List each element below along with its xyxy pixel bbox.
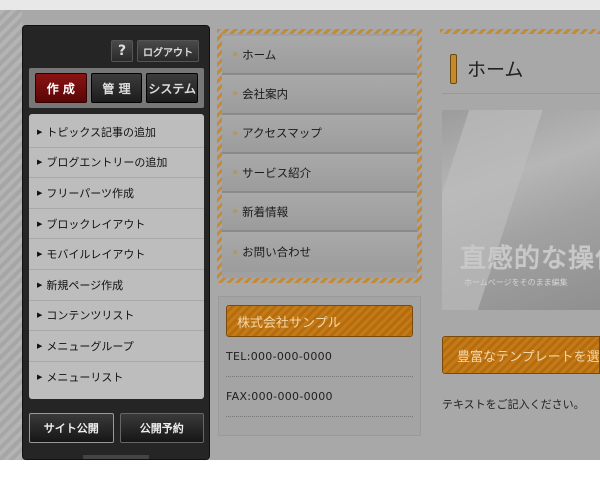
company-tel: TEL:000-000-0000 bbox=[226, 337, 413, 377]
body-text: テキストをご記入ください。 bbox=[442, 398, 585, 411]
heading-marker-icon bbox=[450, 53, 457, 84]
nav-item-label: サービス紹介 bbox=[242, 165, 312, 180]
nav-item-access-map[interactable]: » アクセスマップ bbox=[222, 114, 417, 154]
double-chevron-icon: » bbox=[232, 246, 239, 258]
menu-item-menu-list[interactable]: ▶ メニューリスト bbox=[29, 362, 204, 393]
nav-item-label: お問い合わせ bbox=[242, 245, 312, 260]
nav-item-label: 新着情報 bbox=[242, 204, 289, 219]
menu-item-content-list[interactable]: ▶ コンテンツリスト bbox=[29, 301, 204, 332]
tab-system[interactable]: システム bbox=[146, 73, 199, 103]
menu-item-menu-group[interactable]: ▶ メニューグループ bbox=[29, 331, 204, 362]
panel-toolbar: ? ログアウト bbox=[111, 40, 199, 62]
menu-item-label: 新規ページ作成 bbox=[46, 278, 124, 292]
caret-right-icon: ▶ bbox=[37, 188, 43, 197]
menu-item-label: メニューグループ bbox=[46, 339, 134, 353]
create-menu: ▶ トピックス記事の追加 ▶ ブログエントリーの追加 ▶ フリーパーツ作成 ▶ ブロック… bbox=[29, 114, 204, 399]
menu-item-mobile-layout[interactable]: ▶ モバイルレイアウト bbox=[29, 239, 204, 270]
menu-item-label: ブログエントリーの追加 bbox=[46, 156, 168, 170]
menu-item-label: ブロックレイアウト bbox=[46, 217, 146, 231]
striped-margin bbox=[0, 10, 22, 460]
nav-item-company[interactable]: » 会社案内 bbox=[222, 75, 417, 115]
content-top-border bbox=[440, 29, 600, 34]
menu-item-label: メニューリスト bbox=[46, 371, 124, 385]
menu-item-free-parts[interactable]: ▶ フリーパーツ作成 bbox=[29, 178, 204, 209]
page-heading: ホーム bbox=[442, 44, 600, 94]
menu-item-new-page[interactable]: ▶ 新規ページ作成 bbox=[29, 270, 204, 301]
page-title: ホーム bbox=[467, 59, 524, 81]
tab-manage[interactable]: 管 理 bbox=[90, 73, 143, 103]
caret-right-icon: ▶ bbox=[37, 219, 43, 228]
double-chevron-icon: » bbox=[232, 127, 239, 139]
logout-button[interactable]: ログアウト bbox=[137, 40, 199, 62]
caret-right-icon: ▶ bbox=[37, 311, 43, 320]
caret-right-icon: ▶ bbox=[37, 250, 43, 259]
menu-item-add-blog-entry[interactable]: ▶ ブログエントリーの追加 bbox=[29, 148, 204, 179]
publish-site-button[interactable]: サイト公開 bbox=[29, 413, 114, 443]
nav-item-label: アクセスマップ bbox=[242, 126, 322, 141]
hero-subtext: ホームページをそのまま編集 bbox=[464, 278, 568, 287]
nav-item-label: ホーム bbox=[242, 47, 277, 62]
caret-right-icon: ▶ bbox=[37, 158, 43, 167]
hero-image: 直感的な操作 ホームページをそのまま編集 bbox=[442, 110, 600, 310]
nav-item-home[interactable]: » ホーム bbox=[222, 36, 417, 76]
caret-right-icon: ▶ bbox=[37, 280, 43, 289]
company-fax: FAX:000-000-0000 bbox=[226, 377, 413, 417]
menu-item-label: フリーパーツ作成 bbox=[46, 186, 135, 200]
double-chevron-icon: » bbox=[232, 88, 239, 100]
site-navigation: » ホーム » 会社案内 » アクセスマップ » サービス紹介 » 新着情報 » お問い合わ… bbox=[217, 29, 422, 283]
nav-item-label: 会社案内 bbox=[242, 86, 289, 101]
templates-banner-button[interactable]: 豊富なテンプレートを選 bbox=[442, 336, 600, 374]
schedule-publish-button[interactable]: 公開予約 bbox=[119, 413, 204, 443]
screen-backdrop: ? ログアウト 作 成 管 理 システム ▶ トピックス記事の追加 ▶ ブログエント… bbox=[0, 0, 600, 460]
nav-item-news[interactable]: » 新着情報 bbox=[222, 193, 417, 233]
menu-item-label: モバイルレイアウト bbox=[46, 248, 146, 262]
double-chevron-icon: » bbox=[232, 206, 239, 218]
menu-item-label: コンテンツリスト bbox=[46, 309, 135, 323]
nav-item-contact[interactable]: » お問い合わせ bbox=[222, 232, 417, 272]
help-button[interactable]: ? bbox=[111, 40, 133, 62]
caret-right-icon: ▶ bbox=[37, 341, 43, 350]
publish-controls: サイト公開 公開予約 bbox=[29, 409, 204, 447]
company-info: 株式会社サンプル TEL:000-000-0000 FAX:000-000-00… bbox=[218, 296, 421, 436]
hero-headline: 直感的な操作 bbox=[460, 244, 600, 274]
mode-tabs: 作 成 管 理 システム bbox=[29, 68, 204, 108]
menu-item-add-topics[interactable]: ▶ トピックス記事の追加 bbox=[29, 117, 204, 148]
tab-create[interactable]: 作 成 bbox=[35, 73, 87, 103]
site-navigation-list: » ホーム » 会社案内 » アクセスマップ » サービス紹介 » 新着情報 » お問い合わ… bbox=[222, 34, 417, 278]
caret-right-icon: ▶ bbox=[37, 373, 43, 382]
top-strip bbox=[0, 0, 600, 10]
double-chevron-icon: » bbox=[232, 49, 239, 61]
nav-item-services[interactable]: » サービス紹介 bbox=[222, 153, 417, 194]
double-chevron-icon: » bbox=[232, 167, 239, 179]
panel-footer-tab bbox=[83, 455, 149, 459]
caret-right-icon: ▶ bbox=[37, 127, 43, 136]
menu-item-block-layout[interactable]: ▶ ブロックレイアウト bbox=[29, 209, 204, 240]
menu-item-label: トピックス記事の追加 bbox=[46, 125, 157, 139]
admin-panel: ? ログアウト 作 成 管 理 システム ▶ トピックス記事の追加 ▶ ブログエント… bbox=[22, 25, 210, 460]
company-name: 株式会社サンプル bbox=[226, 305, 413, 337]
